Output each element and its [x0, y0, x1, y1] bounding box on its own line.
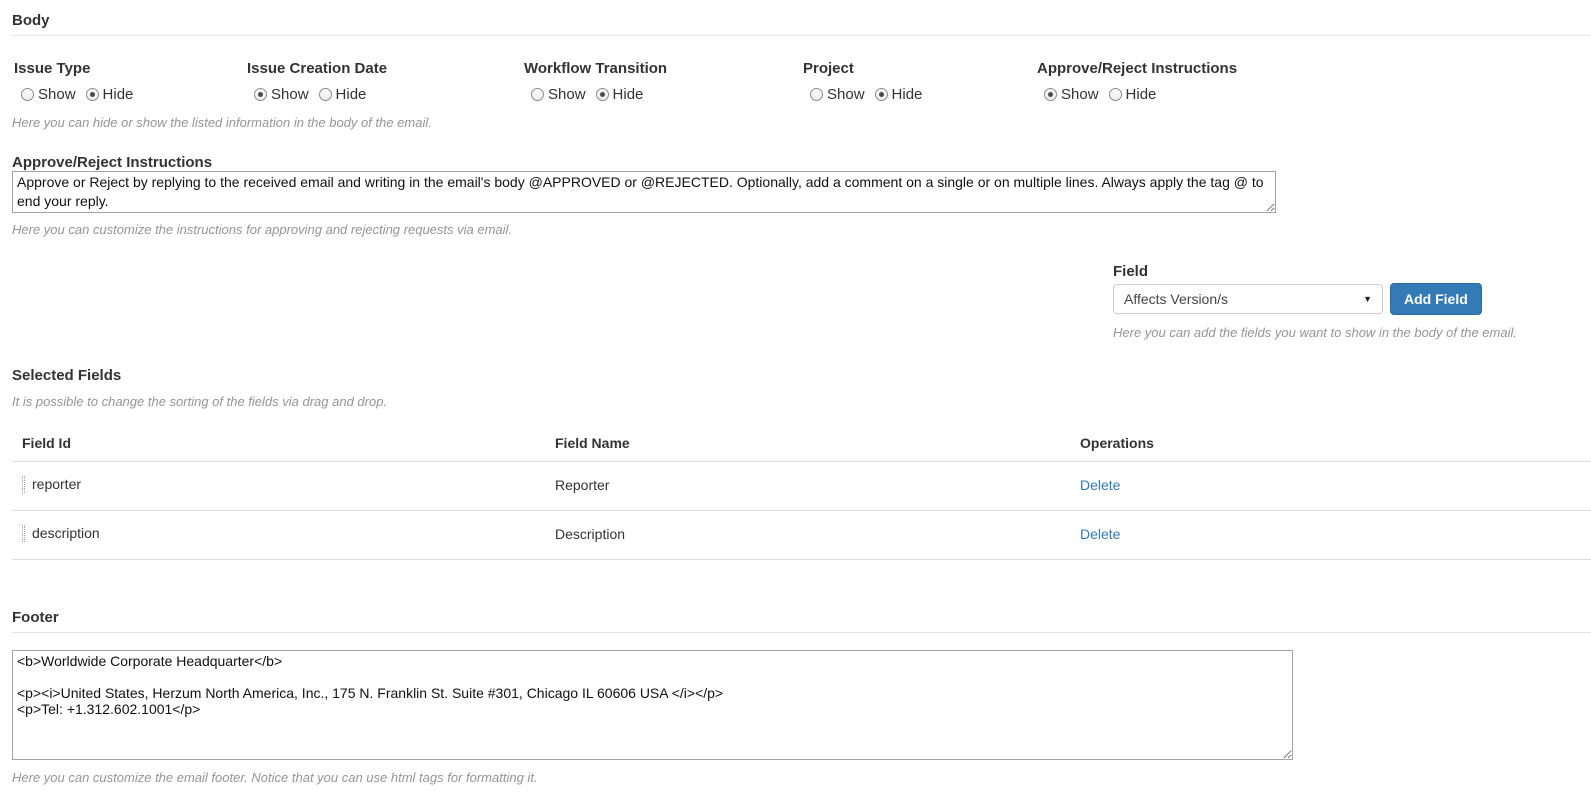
field-name-cell: Reporter — [545, 462, 1070, 511]
radio-option-label: Hide — [103, 86, 134, 103]
body-toggle-row: Issue Type Show Hide Issue Creation Date… — [0, 60, 1591, 100]
radio-option-hide[interactable]: Hide — [1109, 86, 1157, 103]
instructions-hint: Here you can customize the instructions … — [12, 222, 1591, 237]
instructions-label: Approve/Reject Instructions — [12, 154, 1591, 171]
add-field-block: Field Affects Version/s ▼ Add Field Here… — [1113, 263, 1583, 340]
toggle-group-project: Project Show Hide — [803, 60, 932, 103]
radio-icon[interactable] — [86, 88, 99, 101]
radio-option-label: Show — [271, 86, 309, 103]
radio-icon[interactable] — [1109, 88, 1122, 101]
radio-icon[interactable] — [254, 88, 267, 101]
toggle-group-label: Workflow Transition — [524, 60, 667, 77]
delete-link[interactable]: Delete — [1080, 477, 1120, 493]
radio-icon[interactable] — [810, 88, 823, 101]
radio-icon[interactable] — [875, 88, 888, 101]
table-row: reporter Reporter Delete — [12, 462, 1591, 511]
radio-option-label: Show — [827, 86, 865, 103]
drag-handle-icon[interactable] — [22, 476, 25, 493]
radio-icon[interactable] — [531, 88, 544, 101]
radio-option-label: Hide — [892, 86, 923, 103]
table-header-row: Field Id Field Name Operations — [12, 425, 1591, 462]
radio-option-show[interactable]: Show — [21, 86, 76, 103]
toggle-group-label: Issue Creation Date — [247, 60, 387, 77]
radio-option-show[interactable]: Show — [531, 86, 586, 103]
field-select[interactable]: Affects Version/s ▼ — [1113, 284, 1383, 314]
add-field-hint: Here you can add the fields you want to … — [1113, 325, 1583, 340]
selected-fields-table: Field Id Field Name Operations reporter … — [12, 425, 1591, 560]
radio-option-hide[interactable]: Hide — [319, 86, 367, 103]
toggle-group-label: Issue Type — [14, 60, 143, 77]
footer-textarea[interactable]: <b>Worldwide Corporate Headquarter</b> <… — [12, 650, 1293, 760]
radio-option-hide[interactable]: Hide — [86, 86, 134, 103]
footer-hint: Here you can customize the email footer.… — [12, 770, 1591, 785]
instructions-textarea[interactable]: Approve or Reject by replying to the rec… — [12, 171, 1276, 213]
column-header-operations: Operations — [1070, 425, 1591, 462]
toggle-group-issue-type: Issue Type Show Hide — [14, 60, 143, 103]
column-header-field-name: Field Name — [545, 425, 1070, 462]
toggle-group-issue-creation-date: Issue Creation Date Show Hide — [247, 60, 387, 103]
radio-option-label: Hide — [336, 86, 367, 103]
body-section-hint: Here you can hide or show the listed inf… — [12, 115, 1591, 130]
radio-icon[interactable] — [319, 88, 332, 101]
column-header-field-id: Field Id — [12, 425, 545, 462]
radio-option-label: Hide — [1126, 86, 1157, 103]
chevron-down-icon: ▼ — [1363, 294, 1372, 304]
toggle-group-workflow-transition: Workflow Transition Show Hide — [524, 60, 667, 103]
field-name-cell: Description — [545, 511, 1070, 560]
field-id-cell: reporter — [32, 476, 81, 492]
field-select-value: Affects Version/s — [1124, 291, 1228, 307]
field-select-label: Field — [1113, 263, 1583, 280]
table-row: description Description Delete — [12, 511, 1591, 560]
toggle-group-label: Approve/Reject Instructions — [1037, 60, 1237, 77]
footer-section-title: Footer — [12, 609, 1591, 633]
selected-fields-hint: It is possible to change the sorting of … — [12, 394, 1591, 409]
toggle-group-label: Project — [803, 60, 932, 77]
radio-icon[interactable] — [1044, 88, 1057, 101]
body-section-title: Body — [12, 12, 1591, 36]
radio-option-label: Show — [1061, 86, 1099, 103]
delete-link[interactable]: Delete — [1080, 526, 1120, 542]
radio-option-show[interactable]: Show — [810, 86, 865, 103]
selected-fields-title: Selected Fields — [12, 367, 1591, 384]
drag-handle-icon[interactable] — [22, 525, 25, 542]
add-field-button[interactable]: Add Field — [1390, 283, 1482, 315]
field-id-cell: description — [32, 525, 100, 541]
radio-option-show[interactable]: Show — [1044, 86, 1099, 103]
radio-icon[interactable] — [21, 88, 34, 101]
radio-option-hide[interactable]: Hide — [875, 86, 923, 103]
radio-option-label: Hide — [613, 86, 644, 103]
toggle-group-approve-reject-instructions: Approve/Reject Instructions Show Hide — [1037, 60, 1237, 103]
radio-option-label: Show — [548, 86, 586, 103]
radio-option-label: Show — [38, 86, 76, 103]
radio-option-show[interactable]: Show — [254, 86, 309, 103]
radio-option-hide[interactable]: Hide — [596, 86, 644, 103]
radio-icon[interactable] — [596, 88, 609, 101]
